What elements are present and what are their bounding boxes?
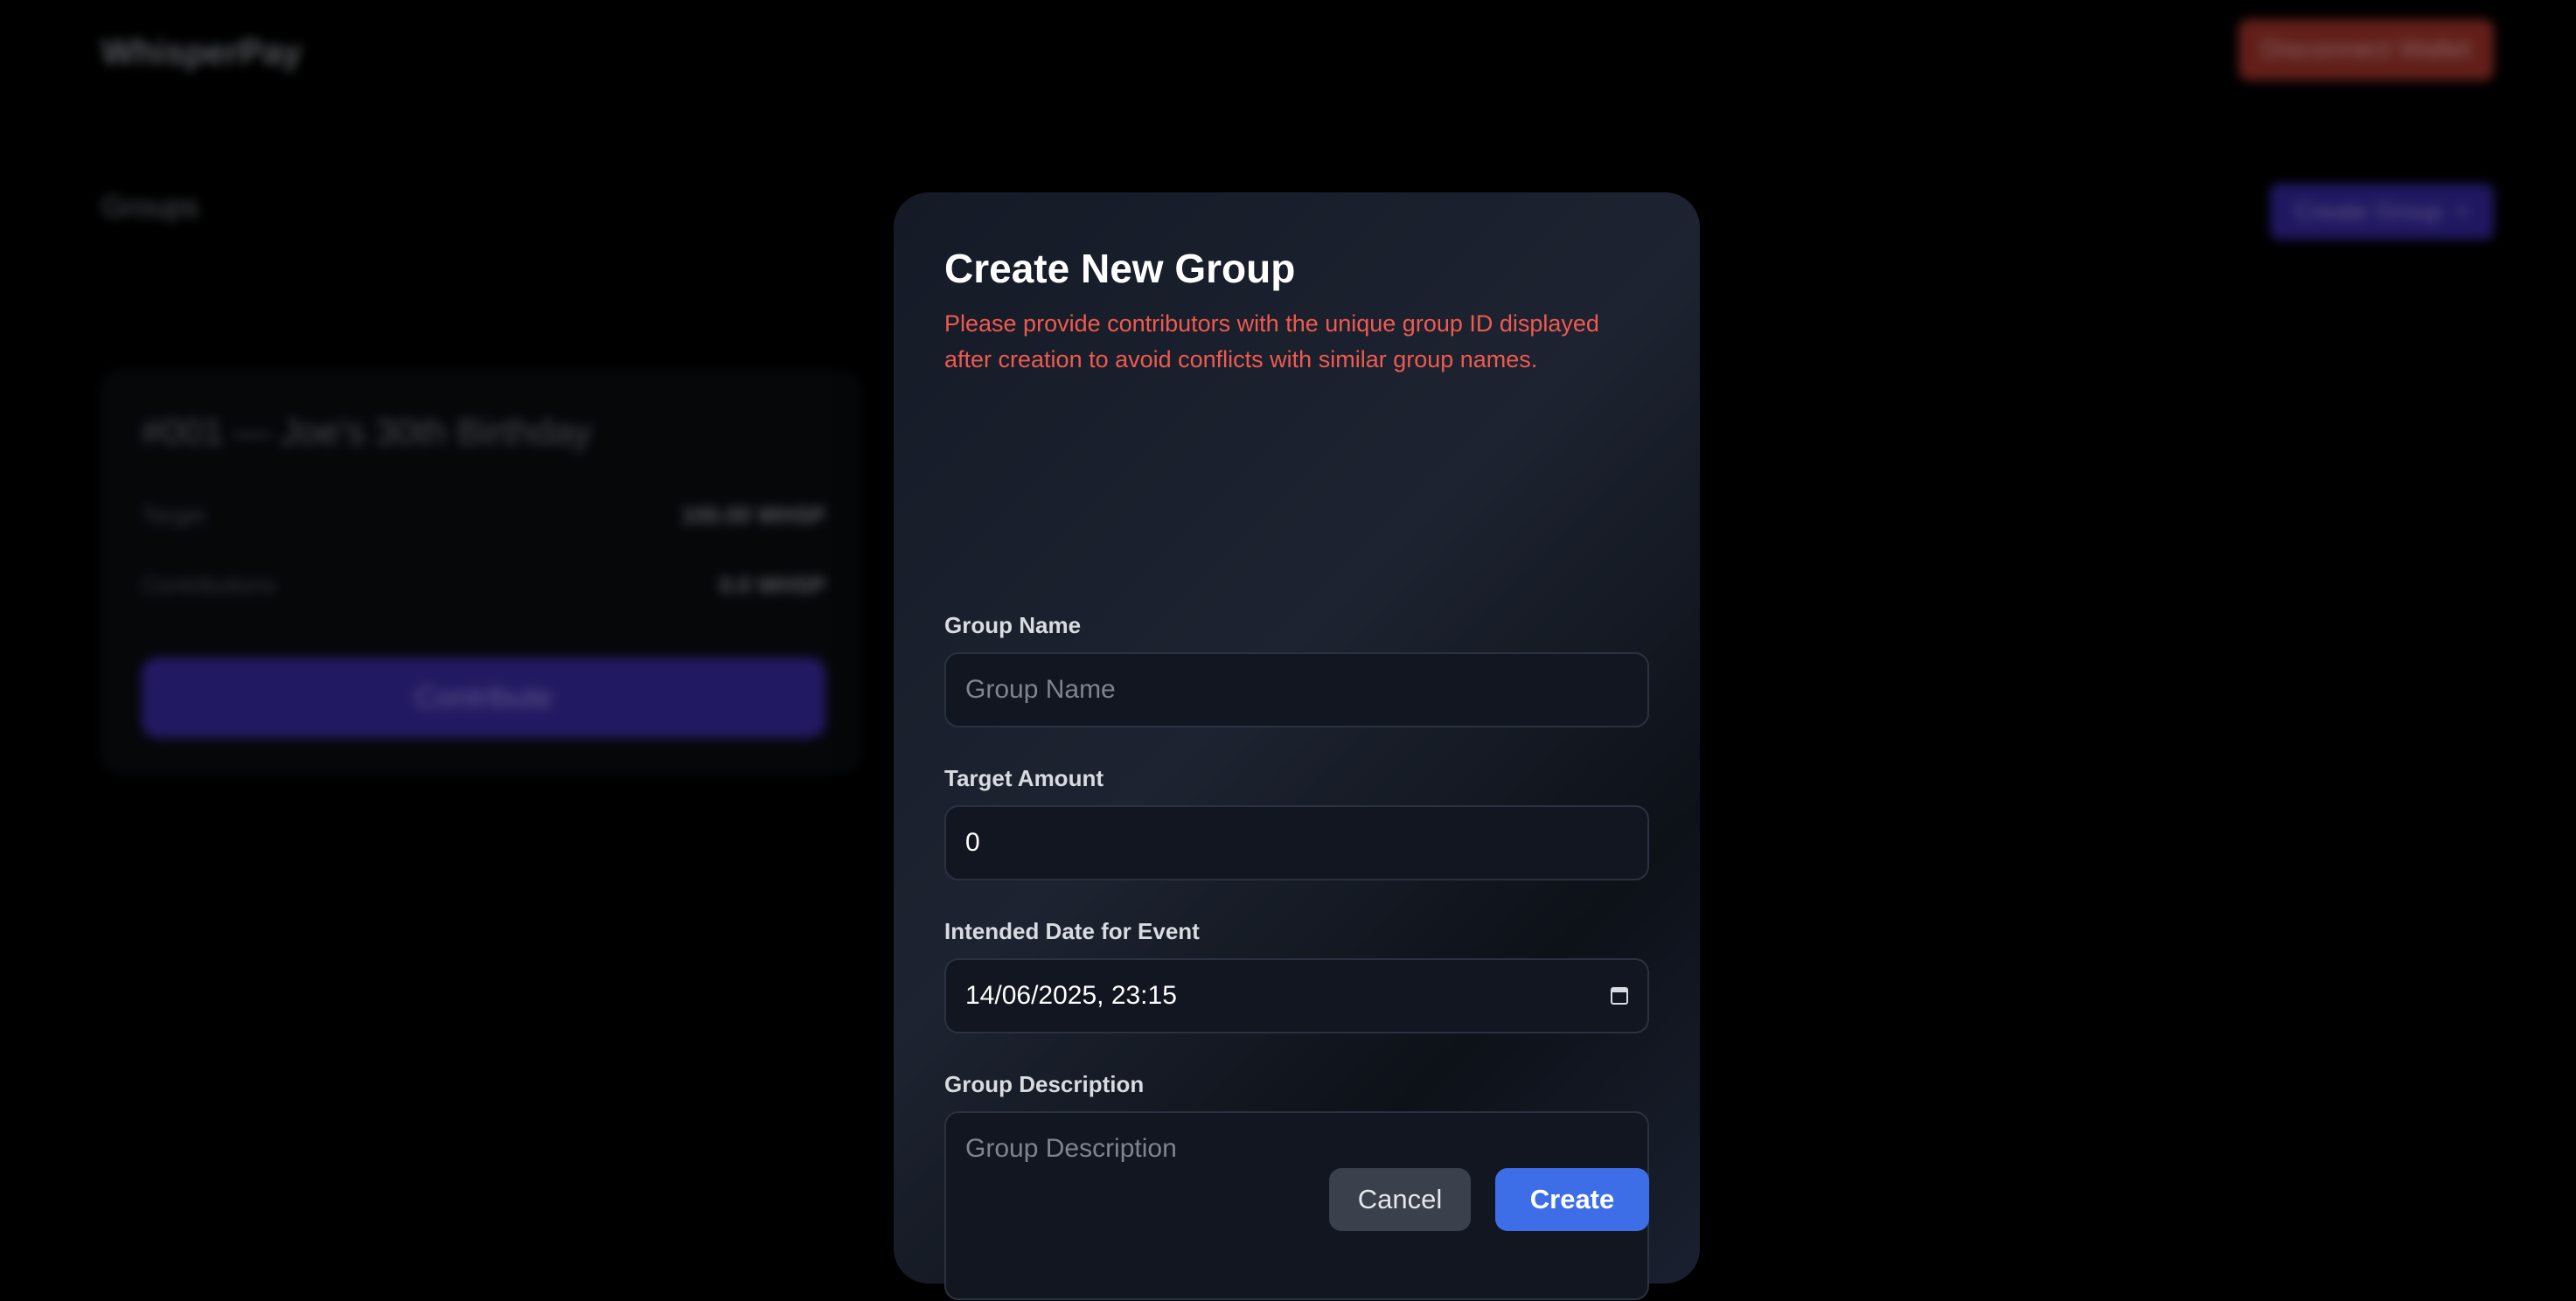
cancel-button[interactable]: Cancel <box>1329 1168 1471 1231</box>
group-name-label: Group Name <box>944 612 1082 638</box>
create-group-modal: Create New Group Please provide contribu… <box>894 192 1700 1300</box>
modal-warning-note: Please provide contributors with the uni… <box>944 310 1599 372</box>
contributions-label: Contributions <box>142 572 276 598</box>
create-group-label: Create Group <box>2294 198 2443 225</box>
modal-title: Create New Group <box>944 246 1296 291</box>
target-amount-input[interactable]: 0 <box>944 805 1649 880</box>
app-logo: WhisperPay <box>101 33 302 72</box>
group-card: #001 — Joe's 30th Birthday Target 100.00… <box>101 371 862 773</box>
page: WhisperPay Disconnect Wallet Groups Crea… <box>0 0 2576 1301</box>
disconnect-wallet-button[interactable]: Disconnect Wallet <box>2238 19 2494 80</box>
group-name-input[interactable] <box>944 652 1649 727</box>
event-date-value: 14/06/2025, 23:15 <box>965 981 1177 1010</box>
contributions-value: 0.0 WHSP <box>719 572 825 598</box>
calendar-icon[interactable] <box>1611 987 1628 1005</box>
groups-heading: Groups <box>101 191 199 224</box>
target-amount-label: Target Amount <box>944 765 1104 791</box>
contributions-row: Contributions 0.0 WHSP <box>142 572 825 599</box>
create-group-button[interactable]: Create Group + <box>2270 184 2494 240</box>
target-value: 100.00 WHSP <box>681 502 825 528</box>
event-date-label: Intended Date for Event <box>944 918 1200 944</box>
target-amount-value: 0 <box>965 828 980 857</box>
event-date-input[interactable]: 14/06/2025, 23:15 <box>944 958 1649 1033</box>
contribute-button[interactable]: Contribute <box>142 657 825 738</box>
group-card-title: #001 — Joe's 30th Birthday <box>142 411 592 452</box>
group-description-label: Group Description <box>944 1071 1145 1097</box>
target-row: Target 100.00 WHSP <box>142 502 825 529</box>
create-button[interactable]: Create <box>1495 1168 1649 1231</box>
target-label: Target <box>142 502 205 528</box>
plus-icon: + <box>2454 198 2469 225</box>
